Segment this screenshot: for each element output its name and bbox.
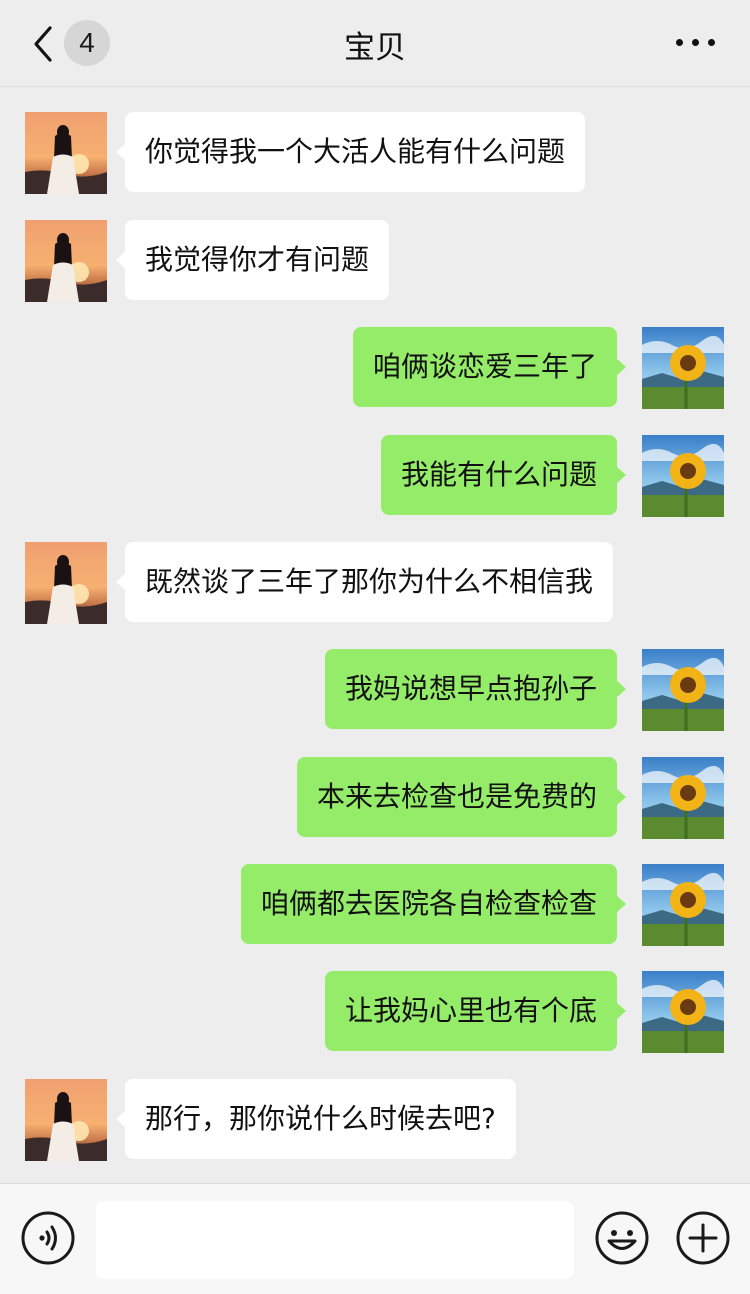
emoji-button[interactable] [594, 1210, 650, 1266]
received-message-bubble[interactable]: 我觉得你才有问题 [115, 220, 390, 300]
sent-message-bubble[interactable]: 本来去检查也是免费的 [296, 757, 627, 837]
voice-icon [21, 1211, 75, 1265]
message-row-sent: 咱俩都去医院各自检查检查 [0, 864, 750, 946]
sent-message-bubble[interactable]: 我妈说想早点抱孙子 [324, 649, 627, 729]
unread-count-badge[interactable]: 4 [64, 20, 110, 66]
received-message-bubble[interactable]: 你觉得我一个大活人能有什么问题 [115, 112, 586, 192]
message-row-received: 我觉得你才有问题 [0, 220, 750, 302]
emoji-icon [595, 1211, 649, 1265]
contact-avatar[interactable] [25, 1079, 107, 1161]
message-input[interactable] [96, 1201, 574, 1279]
more-dot-icon [692, 39, 699, 46]
received-message-bubble[interactable]: 那行，那你说什么时候去吧? [116, 1079, 516, 1159]
message-row-sent: 让我妈心里也有个底 [0, 971, 750, 1053]
chevron-left-icon [34, 26, 52, 62]
plus-circle-icon [676, 1211, 730, 1265]
message-row-sent: 咱俩谈恋爱三年了 [0, 327, 750, 409]
message-row-received: 你觉得我一个大活人能有什么问题 [0, 112, 750, 194]
message-row-received: 那行，那你说什么时候去吧? [0, 1079, 750, 1161]
my-avatar[interactable] [642, 971, 724, 1053]
my-avatar[interactable] [642, 435, 724, 517]
my-avatar[interactable] [642, 864, 724, 946]
my-avatar[interactable] [642, 327, 724, 409]
contact-avatar[interactable] [25, 112, 107, 194]
sent-message-bubble[interactable]: 咱俩谈恋爱三年了 [352, 327, 627, 407]
more-functions-button[interactable] [675, 1210, 731, 1266]
back-button[interactable] [28, 24, 58, 64]
sent-message-bubble[interactable]: 让我妈心里也有个底 [324, 971, 627, 1051]
message-row-sent: 我妈说想早点抱孙子 [0, 649, 750, 731]
message-row-sent: 我能有什么问题 [0, 435, 750, 517]
message-row-received: 既然谈了三年了那你为什么不相信我 [0, 542, 750, 624]
chat-title: 宝贝 [344, 30, 406, 66]
my-avatar[interactable] [642, 649, 724, 731]
received-message-bubble[interactable]: 既然谈了三年了那你为什么不相信我 [115, 542, 614, 622]
contact-avatar[interactable] [25, 542, 107, 624]
more-dot-icon [676, 39, 683, 46]
more-button[interactable] [676, 36, 716, 50]
sent-message-bubble[interactable]: 咱俩都去医院各自检查检查 [240, 864, 627, 944]
contact-avatar[interactable] [25, 220, 107, 302]
my-avatar[interactable] [642, 757, 724, 839]
input-bar [0, 1183, 750, 1294]
more-dot-icon [708, 39, 715, 46]
chat-header: 4 宝贝 [0, 0, 750, 87]
message-row-sent: 本来去检查也是免费的 [0, 757, 750, 839]
voice-input-button[interactable] [20, 1210, 76, 1266]
sent-message-bubble[interactable]: 我能有什么问题 [380, 435, 627, 515]
